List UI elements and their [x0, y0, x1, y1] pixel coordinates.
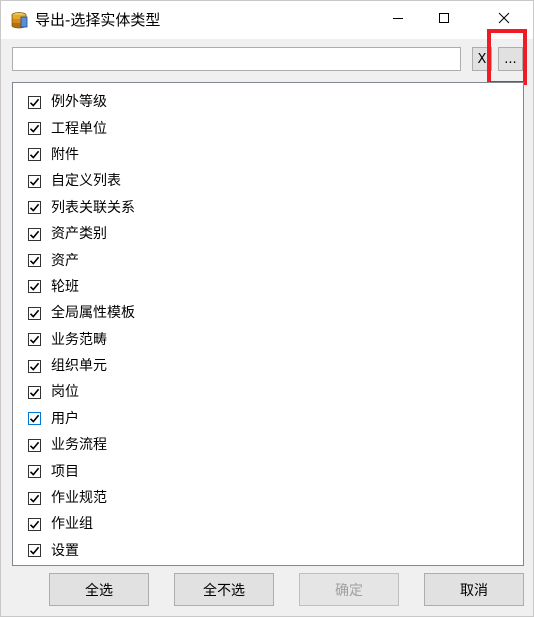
item-label: 附件 [51, 146, 79, 163]
item-label: 资产类别 [51, 226, 107, 243]
item-checkbox[interactable] [28, 306, 41, 320]
check-icon [29, 256, 40, 265]
item-checkbox[interactable] [28, 385, 41, 399]
check-icon [29, 415, 40, 424]
item-checkbox[interactable] [28, 544, 41, 558]
item-label: 资产 [51, 252, 79, 269]
maximize-icon [438, 12, 450, 28]
item-checkbox[interactable] [28, 122, 41, 136]
item-checkbox[interactable] [28, 227, 41, 241]
list-item[interactable]: 项目 [13, 458, 523, 484]
cancel-button[interactable]: 取消 [424, 573, 524, 606]
check-icon [29, 309, 40, 318]
window-title: 导出-选择实体类型 [35, 11, 161, 29]
item-checkbox[interactable] [28, 517, 41, 531]
item-checkbox[interactable] [28, 280, 41, 294]
check-icon [29, 283, 40, 292]
check-icon [29, 388, 40, 397]
close-icon [498, 12, 510, 28]
list-item[interactable]: 自定义列表 [13, 168, 523, 194]
path-input[interactable] [12, 47, 461, 71]
select-none-button[interactable]: 全不选 [174, 573, 274, 606]
list-item[interactable]: 附件 [13, 142, 523, 168]
entity-type-list-items: 例外等级工程单位附件自定义列表列表关联关系 资产类别资产轮班全局属性模板 业务范畴组… [13, 89, 523, 564]
list-item[interactable]: 用户 [13, 406, 523, 432]
item-checkbox[interactable] [28, 412, 41, 426]
item-label: 自定义列表 [51, 173, 121, 190]
check-icon [29, 441, 40, 450]
item-checkbox[interactable] [28, 174, 41, 188]
check-icon [29, 177, 40, 186]
item-checkbox[interactable] [28, 95, 41, 109]
item-label: 项目 [51, 463, 79, 480]
list-item[interactable]: 业务流程 [13, 432, 523, 458]
item-label: 组织单元 [51, 358, 107, 375]
item-label: 作业组 [51, 516, 93, 533]
item-checkbox[interactable] [28, 491, 41, 505]
item-label: 业务范畴 [51, 331, 107, 348]
list-item[interactable]: 作业组 [13, 511, 523, 537]
item-checkbox[interactable] [28, 148, 41, 162]
item-label: 设置 [51, 542, 79, 559]
item-label: 用户 [51, 410, 79, 427]
item-checkbox[interactable] [28, 333, 41, 347]
list-item[interactable]: 例外等级 [13, 89, 523, 115]
item-checkbox[interactable] [28, 254, 41, 268]
check-icon [29, 98, 40, 107]
ok-button[interactable]: 确定 [299, 573, 399, 606]
list-item[interactable]: 工程单位 [13, 115, 523, 141]
item-label: 业务流程 [51, 437, 107, 454]
entity-type-list[interactable]: 例外等级工程单位附件自定义列表列表关联关系 资产类别资产轮班全局属性模板 业务范畴组… [12, 82, 524, 566]
clear-path-button[interactable]: X [472, 47, 492, 71]
database-stack-icon [10, 11, 28, 29]
check-icon [29, 520, 40, 529]
item-label: 全局属性模板 [51, 305, 135, 322]
list-item[interactable]: 业务范畴 [13, 327, 523, 353]
minimize-icon [392, 12, 404, 28]
item-label: 工程单位 [51, 120, 107, 137]
item-checkbox[interactable] [28, 201, 41, 215]
maximize-button[interactable] [421, 1, 467, 39]
minimize-button[interactable] [375, 1, 421, 39]
check-icon [29, 362, 40, 371]
check-icon [29, 230, 40, 239]
export-dialog: 导出-选择实体类型 X ... 例外等级工程单位附件自定义列表列表关联关系 资产类… [0, 0, 534, 617]
list-item[interactable]: 列表关联关系 [13, 195, 523, 221]
list-item[interactable]: 组织单元 [13, 353, 523, 379]
item-label: 轮班 [51, 278, 79, 295]
close-button[interactable] [481, 1, 527, 39]
check-icon [29, 467, 40, 476]
check-icon [29, 151, 40, 160]
select-all-button[interactable]: 全选 [49, 573, 149, 606]
item-checkbox[interactable] [28, 465, 41, 479]
list-item[interactable]: 设置 [13, 538, 523, 564]
check-icon [29, 203, 40, 213]
list-item[interactable]: 岗位 [13, 379, 523, 405]
item-checkbox[interactable] [28, 359, 41, 373]
list-item[interactable]: 作业规范 [13, 485, 523, 511]
check-icon [29, 494, 40, 503]
check-icon [29, 335, 40, 344]
item-checkbox[interactable] [28, 438, 41, 452]
list-item[interactable]: 轮班 [13, 274, 523, 300]
item-label: 作业规范 [51, 490, 107, 507]
browse-button[interactable]: ... [498, 47, 523, 71]
check-icon [29, 547, 40, 556]
list-item[interactable]: 资产 [13, 247, 523, 273]
check-icon [29, 124, 40, 133]
item-label: 例外等级 [51, 94, 107, 111]
list-item[interactable]: 资产类别 [13, 221, 523, 247]
list-item[interactable]: 全局属性模板 [13, 300, 523, 326]
item-label: 列表关联关系 [51, 199, 135, 216]
item-label: 岗位 [51, 384, 79, 401]
title-bar[interactable]: 导出-选择实体类型 [1, 1, 533, 39]
